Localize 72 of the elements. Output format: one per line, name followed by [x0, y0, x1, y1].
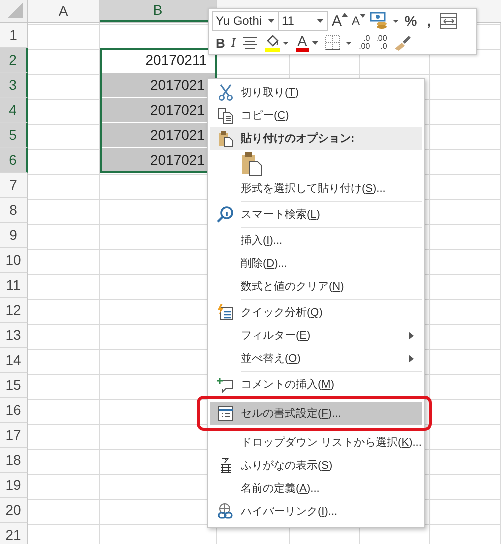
comment-icon: [217, 376, 234, 392]
borders-icon[interactable]: [325, 35, 354, 51]
font-size-dropdown[interactable]: 11: [278, 11, 328, 31]
fill-color-icon[interactable]: [264, 34, 290, 52]
row-header[interactable]: 10: [0, 248, 28, 273]
row-header[interactable]: 5: [0, 123, 28, 148]
increase-font-size-button[interactable]: A: [332, 12, 348, 30]
menu-item[interactable]: 数式と値のクリア(N): [210, 275, 422, 298]
scissors-icon: [218, 84, 234, 101]
row-header[interactable]: 8: [0, 198, 28, 223]
row-header[interactable]: 13: [0, 323, 28, 348]
row-header[interactable]: 17: [0, 423, 28, 448]
row-header[interactable]: 3: [0, 73, 28, 98]
furigana-icon: [218, 456, 232, 474]
menu-item[interactable]: クイック分析(Q): [210, 301, 422, 324]
hyperlink-icon: [216, 503, 234, 520]
menu-item[interactable]: 挿入(I)...: [210, 229, 422, 252]
row-header[interactable]: 11: [0, 273, 28, 298]
menu-item[interactable]: ドロップダウン リストから選択(K)...: [210, 431, 422, 454]
decrease-font-size-button[interactable]: A: [352, 14, 366, 28]
submenu-arrow-icon: [409, 354, 414, 362]
up-triangle-icon: [342, 12, 348, 16]
menu-item[interactable]: セルの書式設定(F)...: [210, 402, 422, 425]
row-header[interactable]: 7: [0, 173, 28, 198]
caret-icon: [317, 19, 324, 23]
menu-item[interactable]: フィルター(E): [210, 324, 422, 347]
center-align-icon[interactable]: [242, 37, 258, 49]
decrease-decimal-button[interactable]: .00 .0: [376, 35, 388, 51]
increase-decimal-button[interactable]: .0 .00: [359, 35, 370, 51]
row-header[interactable]: 2: [0, 48, 28, 73]
wrap-text-icon[interactable]: [440, 12, 458, 30]
search-icon: [217, 206, 234, 223]
menu-item[interactable]: 並べ替え(O): [210, 347, 422, 370]
row-header[interactable]: 12: [0, 298, 28, 323]
font-color-button[interactable]: A: [296, 34, 320, 52]
row-header[interactable]: 21: [0, 523, 28, 544]
money-icon[interactable]: [370, 12, 400, 30]
menu-item[interactable]: 削除(D)...: [210, 252, 422, 275]
row-header[interactable]: 19: [0, 473, 28, 498]
paste-icon[interactable]: [241, 150, 263, 176]
caret-icon: [268, 19, 275, 23]
copy-icon: [218, 108, 234, 124]
down-triangle-icon: [360, 14, 366, 18]
column-header[interactable]: B: [100, 0, 217, 22]
row-header[interactable]: 18: [0, 448, 28, 473]
row-header[interactable]: 15: [0, 373, 28, 398]
bold-button[interactable]: B: [216, 36, 226, 50]
row-header[interactable]: 14: [0, 348, 28, 373]
menu-item[interactable]: コメントの挿入(M): [210, 373, 422, 396]
format-cells-icon: [218, 406, 234, 422]
row-header[interactable]: 16: [0, 398, 28, 423]
row-header[interactable]: 6: [0, 148, 28, 173]
menu-item[interactable]: 形式を選択して貼り付け(S)...: [210, 177, 422, 200]
menu-section-header: 貼り付けのオプション:: [210, 127, 422, 150]
quick-analysis-icon: [217, 304, 234, 321]
submenu-arrow-icon: [409, 332, 414, 340]
row-header[interactable]: 9: [0, 223, 28, 248]
font-name-dropdown[interactable]: Yu Gothi: [212, 11, 279, 31]
row-header[interactable]: 4: [0, 98, 28, 123]
paste-icon: [218, 130, 234, 148]
menu-item[interactable]: ハイパーリンク(I)...: [210, 500, 422, 523]
caret-icon: [312, 41, 320, 45]
paintbrush-icon[interactable]: [393, 35, 414, 51]
menu-item[interactable]: 名前の定義(A)...: [210, 477, 422, 500]
format-button[interactable]: ,: [422, 13, 436, 29]
menu-item[interactable]: ふりがなの表示(S): [210, 454, 422, 477]
format-button[interactable]: %: [404, 13, 418, 29]
corner-triangle-icon: [8, 3, 24, 19]
menu-item[interactable]: スマート検索(L): [210, 203, 422, 226]
row-header[interactable]: 20: [0, 498, 28, 523]
row-header[interactable]: 1: [0, 23, 28, 48]
italic-button[interactable]: I: [231, 35, 236, 51]
